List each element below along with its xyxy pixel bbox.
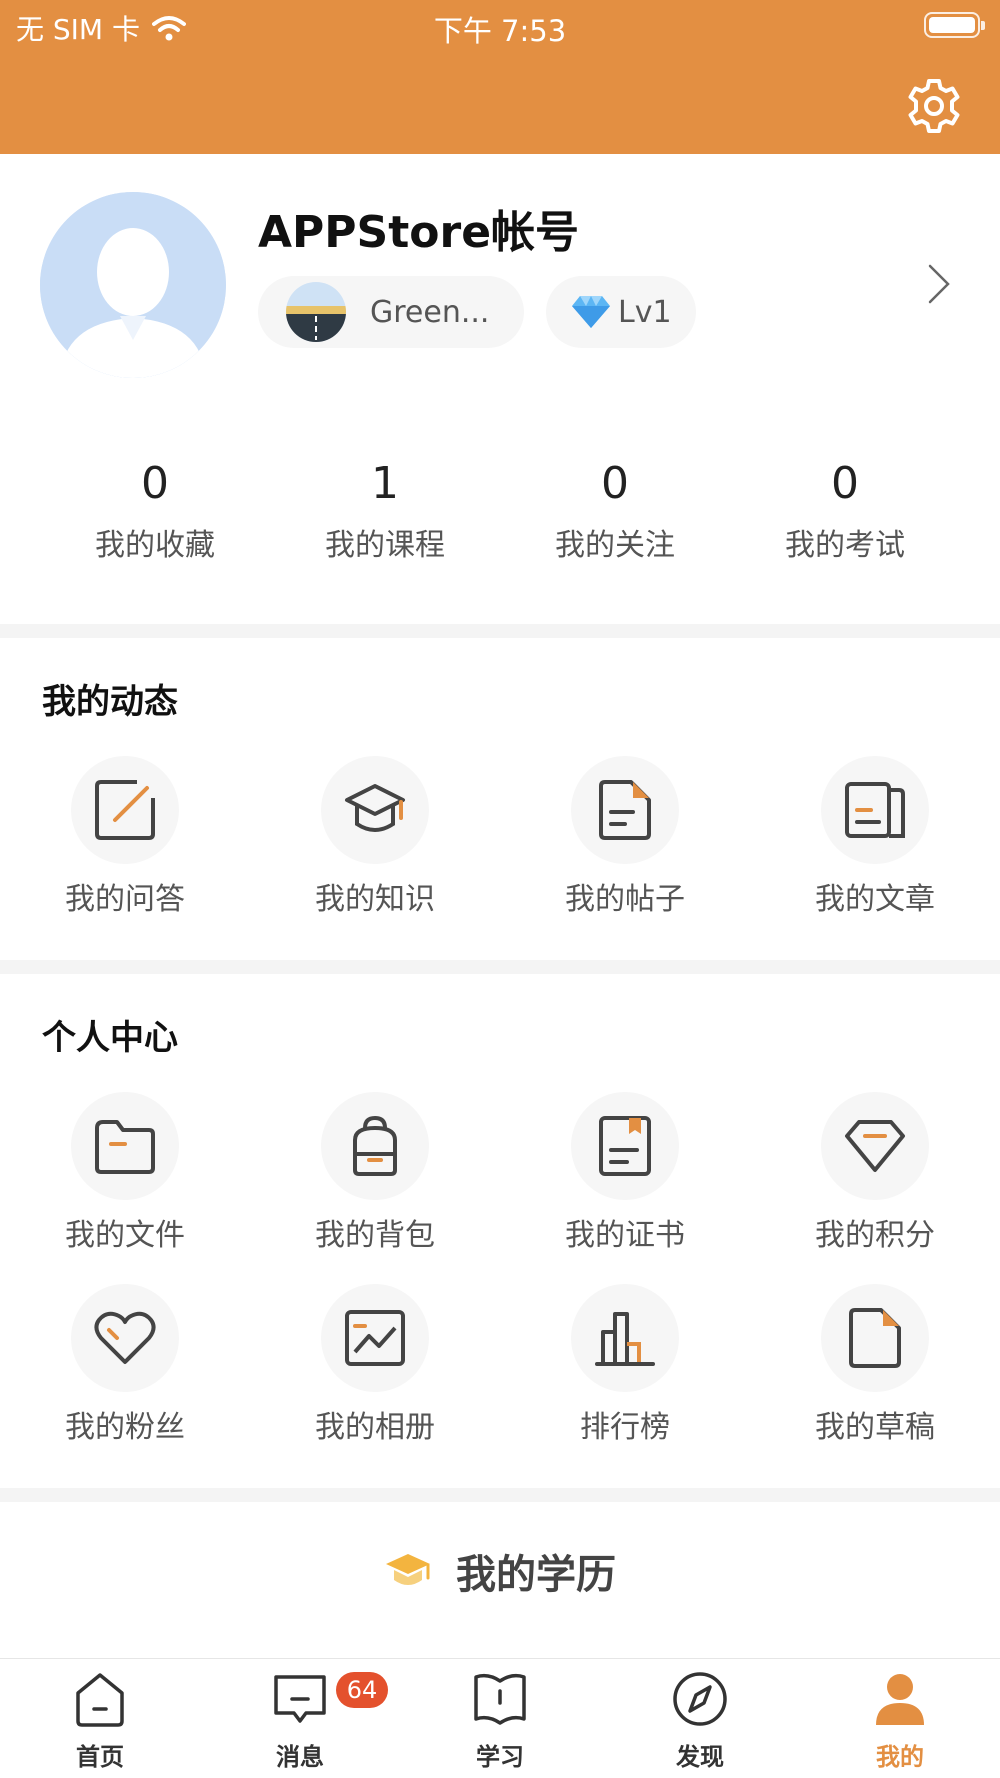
grid-label: 我的草稿 xyxy=(815,1410,935,1445)
grid-label: 我的粉丝 xyxy=(65,1410,185,1445)
stat-value: 0 xyxy=(601,458,629,509)
stat-value: 1 xyxy=(371,458,399,509)
grid-label: 我的帖子 xyxy=(565,882,685,917)
education-title: 我的学历 xyxy=(456,1552,616,1598)
graduation-cap-icon xyxy=(345,784,405,832)
grid-item-posts[interactable]: 我的帖子 xyxy=(500,756,750,918)
section-title-personal: 个人中心 xyxy=(42,1018,178,1058)
picture-icon xyxy=(345,1310,405,1366)
tab-discover[interactable]: 发现 xyxy=(600,1669,800,1772)
stat-value: 0 xyxy=(141,458,169,509)
tab-label: 学习 xyxy=(476,1743,524,1771)
message-icon xyxy=(274,1675,326,1723)
grid-item-album[interactable]: 我的相册 xyxy=(250,1284,500,1446)
grid-item-knowledge[interactable]: 我的知识 xyxy=(250,756,500,918)
message-badge: 64 xyxy=(336,1672,388,1708)
grid-label: 我的知识 xyxy=(315,882,435,917)
stat-following[interactable]: 0 我的关注 xyxy=(515,456,715,564)
stat-label: 我的考试 xyxy=(785,528,905,563)
grid-item-drafts[interactable]: 我的草稿 xyxy=(750,1284,1000,1446)
grid-item-points[interactable]: 我的积分 xyxy=(750,1092,1000,1254)
grid-item-files[interactable]: 我的文件 xyxy=(0,1092,250,1254)
tab-bar: 首页 消息 学习 发现 我的 xyxy=(0,1658,1000,1778)
grid-item-certificates[interactable]: 我的证书 xyxy=(500,1092,750,1254)
tab-study[interactable]: 学习 xyxy=(400,1669,600,1772)
grid-item-qa[interactable]: 我的问答 xyxy=(0,756,250,918)
tab-home[interactable]: 首页 xyxy=(0,1669,200,1772)
grid-label: 我的证书 xyxy=(565,1218,685,1253)
folder-icon xyxy=(95,1120,155,1174)
default-avatar-icon xyxy=(40,192,226,378)
stat-favorites[interactable]: 0 我的收藏 xyxy=(55,456,255,564)
status-time: 下午 7:53 xyxy=(433,14,567,48)
grid-label: 我的相册 xyxy=(315,1410,435,1445)
education-row[interactable]: 我的学历 xyxy=(0,1536,1000,1606)
grid-label: 排行榜 xyxy=(580,1410,670,1445)
stat-label: 我的课程 xyxy=(325,528,445,563)
diamond-icon xyxy=(572,296,610,328)
grid-item-fans[interactable]: 我的粉丝 xyxy=(0,1284,250,1446)
section-divider xyxy=(0,960,1000,974)
chevron-right-icon[interactable] xyxy=(922,262,956,306)
bar-chart-icon xyxy=(595,1312,655,1366)
grid-label: 我的文件 xyxy=(65,1218,185,1253)
stat-value: 0 xyxy=(831,458,859,509)
school-name: Green... xyxy=(370,294,490,330)
section-divider xyxy=(0,624,1000,638)
tab-label: 首页 xyxy=(76,1743,124,1771)
level-label: Lv1 xyxy=(618,294,672,330)
document-icon xyxy=(599,780,651,840)
diamond-outline-icon xyxy=(845,1120,905,1172)
book-icon xyxy=(474,1673,526,1725)
stat-label: 我的关注 xyxy=(555,528,675,563)
grid-label: 我的文章 xyxy=(815,882,935,917)
heart-icon xyxy=(94,1311,156,1364)
stat-courses[interactable]: 1 我的课程 xyxy=(285,456,485,564)
gear-icon[interactable] xyxy=(904,76,964,136)
tab-label: 发现 xyxy=(676,1743,724,1771)
header-bar: 无 SIM 卡 下午 7:53 xyxy=(0,0,1000,154)
profile-screen: 无 SIM 卡 下午 7:53 APPStore帐号 Green... Lv1 … xyxy=(0,0,1000,1778)
section-divider xyxy=(0,1488,1000,1502)
tab-me[interactable]: 我的 xyxy=(800,1669,1000,1772)
tab-label: 消息 xyxy=(276,1743,324,1771)
grid-item-backpack[interactable]: 我的背包 xyxy=(250,1092,500,1254)
tab-label: 我的 xyxy=(876,1743,924,1771)
level-pill[interactable]: Lv1 xyxy=(546,276,696,348)
edit-icon xyxy=(95,780,155,840)
certificate-icon xyxy=(599,1116,651,1176)
draft-icon xyxy=(849,1308,901,1368)
grid-label: 我的积分 xyxy=(815,1218,935,1253)
stat-exams[interactable]: 0 我的考试 xyxy=(745,456,945,564)
school-logo xyxy=(286,282,346,342)
battery-icon xyxy=(924,12,985,38)
grid-item-articles[interactable]: 我的文章 xyxy=(750,756,1000,918)
graduation-cap-icon xyxy=(386,1554,430,1585)
stat-label: 我的收藏 xyxy=(95,528,215,563)
section-title-activity: 我的动态 xyxy=(42,682,178,722)
grid-item-leaderboard[interactable]: 排行榜 xyxy=(500,1284,750,1446)
stats-row: 0 我的收藏 1 我的课程 0 我的关注 0 我的考试 xyxy=(0,456,1000,566)
person-icon xyxy=(876,1674,924,1725)
backpack-icon xyxy=(353,1115,397,1176)
home-icon xyxy=(76,1673,124,1727)
compass-icon xyxy=(673,1672,727,1726)
grid-label: 我的问答 xyxy=(65,882,185,917)
school-pill[interactable]: Green... xyxy=(258,276,524,348)
article-icon xyxy=(845,782,905,838)
avatar[interactable] xyxy=(40,192,226,378)
username[interactable]: APPStore帐号 xyxy=(258,196,579,260)
grid-label: 我的背包 xyxy=(315,1218,435,1253)
